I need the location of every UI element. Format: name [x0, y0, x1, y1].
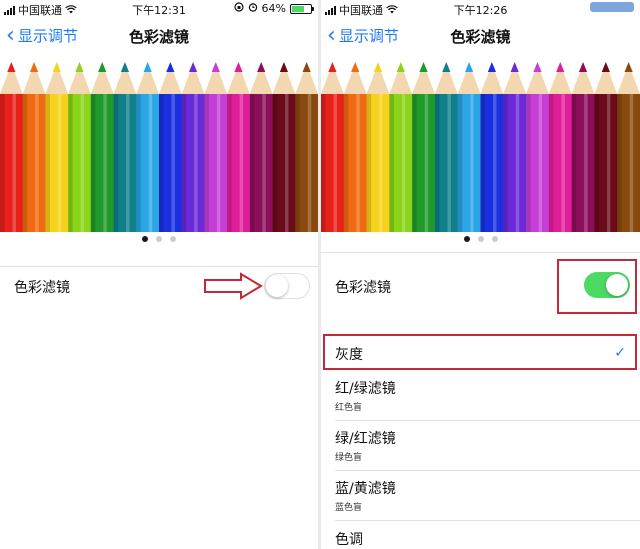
separator: [321, 252, 640, 253]
separator: [335, 420, 640, 421]
pencil: [22, 62, 46, 232]
pencil: [343, 62, 368, 232]
pencil: [295, 62, 318, 232]
nav-bar: ‹ 显示调节 色彩滤镜: [0, 22, 318, 50]
status-right: 64%: [233, 2, 314, 15]
nav-bar: ‹ 显示调节 色彩滤镜: [321, 22, 640, 50]
battery-level: [292, 5, 304, 12]
color-filter-label: 色彩滤镜: [335, 280, 391, 296]
pencil: [68, 62, 92, 232]
list-item[interactable]: 灰度 ✓: [321, 336, 640, 370]
pencil: [434, 62, 459, 232]
option-label: 蓝/黄滤镜: [335, 481, 396, 497]
left-phone-screen: 中国联通 下午12:31 64% ‹ 显示调节 色彩滤镜 色彩滤镜: [0, 0, 318, 549]
switch-knob: [266, 275, 288, 297]
battery-icon: [290, 3, 314, 14]
option-sublabel: 绿色盲: [335, 453, 363, 463]
page-indicator[interactable]: [321, 236, 640, 242]
pencil: [389, 62, 413, 232]
color-filter-switch[interactable]: [264, 273, 310, 299]
separator: [335, 520, 640, 521]
option-label: 绿/红滤镜: [335, 431, 396, 447]
pencils-image: [0, 62, 318, 232]
pencil: [272, 62, 296, 232]
pencil: [90, 62, 115, 232]
list-item[interactable]: 蓝/黄滤镜 蓝色盲: [321, 472, 640, 520]
pencil: [412, 62, 436, 232]
color-pencils-preview[interactable]: [0, 60, 318, 232]
page-title: 色彩滤镜: [450, 28, 511, 46]
color-filter-label: 色彩滤镜: [14, 280, 70, 296]
alarm-icon: [248, 2, 258, 15]
right-phone-screen: 中国联通 下午12:26 ‹ 显示调节 色彩滤镜 色彩滤镜 灰度 ✓ 红/绿滤镜…: [321, 0, 640, 549]
color-pencils-preview[interactable]: [321, 60, 640, 232]
pencil: [159, 62, 183, 232]
comparison-screenshot: 中国联通 下午12:31 64% ‹ 显示调节 色彩滤镜 色彩滤镜 中国联通 下…: [0, 0, 640, 549]
pencil: [548, 62, 573, 232]
separator: [335, 470, 640, 471]
pencil: [227, 62, 251, 232]
pencil: [321, 62, 345, 232]
option-sublabel: 蓝色盲: [335, 503, 363, 513]
pencil: [181, 62, 205, 232]
checkmark-icon: ✓: [614, 345, 626, 361]
battery-percent: 64%: [261, 2, 286, 15]
pencil: [480, 62, 504, 232]
pencil: [0, 62, 24, 232]
arrow-right-icon: [204, 272, 263, 300]
status-right: [590, 2, 634, 12]
page-dot: [170, 236, 176, 242]
pencil: [204, 62, 228, 232]
option-sublabel: 红色盲: [335, 403, 363, 413]
pencil: [526, 62, 550, 232]
separator: [0, 266, 318, 267]
orientation-lock-icon: [233, 2, 244, 15]
pencil: [366, 62, 390, 232]
page-dot: [156, 236, 162, 242]
page-dot: [491, 236, 498, 242]
pencil: [457, 62, 481, 232]
page-indicator[interactable]: [0, 236, 318, 242]
pencil: [136, 62, 160, 232]
page-title: 色彩滤镜: [128, 28, 189, 46]
pencil: [503, 62, 527, 232]
blurred-status-icons: [590, 2, 634, 12]
pencil: [249, 62, 274, 232]
pencil: [594, 62, 618, 232]
list-item[interactable]: 红/绿滤镜 红色盲: [321, 372, 640, 420]
option-label: 灰度: [335, 347, 363, 363]
status-bar: 中国联通 下午12:26: [321, 0, 640, 18]
switch-knob: [606, 274, 628, 296]
pencil: [113, 62, 137, 232]
status-bar: 中国联通 下午12:31 64%: [0, 0, 318, 18]
pencil: [617, 62, 640, 232]
page-dot: [463, 236, 470, 242]
pencil: [45, 62, 69, 232]
list-item[interactable]: 绿/红滤镜 绿色盲: [321, 422, 640, 470]
list-item[interactable]: 色调: [321, 522, 640, 549]
pencils-image: [321, 62, 640, 232]
page-dot: [142, 236, 148, 242]
option-label: 红/绿滤镜: [335, 381, 396, 397]
option-label: 色调: [335, 532, 363, 548]
color-filter-switch[interactable]: [584, 272, 630, 298]
pencil: [571, 62, 595, 232]
page-dot: [477, 236, 484, 242]
